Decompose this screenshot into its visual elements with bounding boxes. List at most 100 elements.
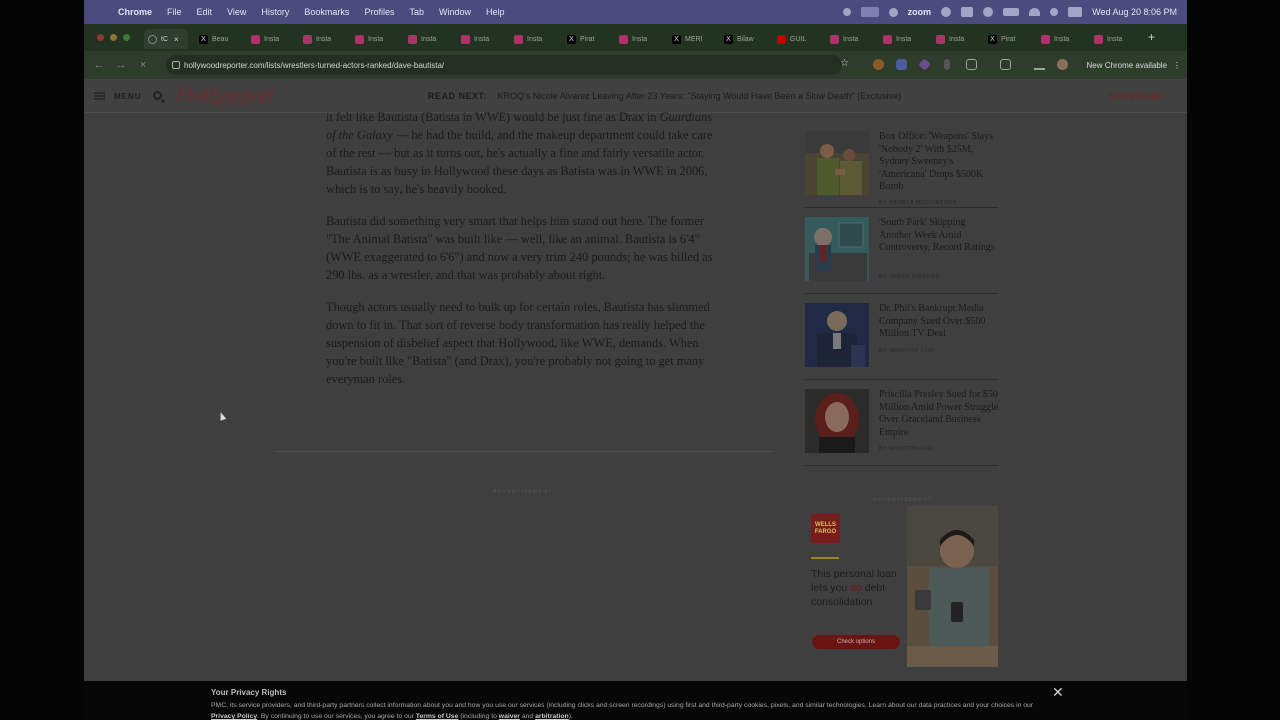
- tab[interactable]: Insta: [404, 29, 450, 49]
- new-tab-plus-icon[interactable]: +: [1148, 30, 1155, 44]
- x-logo-icon: X: [199, 34, 208, 44]
- sidebar-story-title[interactable]: Box Office: 'Weapons' Slays 'Nobody 2' W…: [879, 131, 999, 194]
- kebab-menu-icon[interactable]: ⋮: [1173, 61, 1181, 70]
- scrollbar-track[interactable]: [1185, 113, 1187, 681]
- sidebar-story-byline: BY WINSTON CHO: [879, 446, 935, 452]
- sidebar-story[interactable]: Dr. Phil's Bankrupt Media Company Sued O…: [805, 294, 998, 380]
- tab[interactable]: Insta: [1037, 29, 1083, 49]
- zoom-window-icon[interactable]: [123, 34, 130, 41]
- sidebar-story[interactable]: Priscilla Presley Sued for $50 Million A…: [805, 380, 998, 466]
- tab[interactable]: Insta: [510, 29, 556, 49]
- ad-accent-line: [811, 557, 839, 559]
- vpn-icon[interactable]: [941, 7, 952, 17]
- menu-edit[interactable]: Edit: [197, 7, 213, 17]
- address-url[interactable]: hollywoodreporter.com/lists/wrestlers-tu…: [184, 61, 444, 70]
- story-thumbnail[interactable]: [805, 389, 869, 453]
- control-center-icon[interactable]: [1068, 7, 1083, 17]
- menu-profiles[interactable]: Profiles: [364, 7, 394, 17]
- sidebar-story-byline: BY PAMELA MCCLINTOCK: [879, 200, 958, 206]
- menu-app-name[interactable]: Chrome: [118, 7, 152, 17]
- tab[interactable]: X Beau: [195, 29, 241, 49]
- close-icon[interactable]: ✕: [1052, 684, 1064, 701]
- tab-close-icon[interactable]: ×: [174, 35, 179, 44]
- menu-history[interactable]: History: [261, 7, 289, 17]
- menu-button-label[interactable]: MENU: [114, 92, 142, 101]
- wells-fargo-logo[interactable]: WELLS FARGO: [811, 514, 840, 543]
- sidebar-story[interactable]: Box Office: 'Weapons' Slays 'Nobody 2' W…: [805, 122, 998, 208]
- record-icon[interactable]: [842, 8, 851, 16]
- back-arrow-icon[interactable]: ←: [88, 59, 110, 71]
- menu-bookmarks[interactable]: Bookmarks: [304, 7, 349, 17]
- menu-help[interactable]: Help: [486, 7, 505, 17]
- sidebar-story-title[interactable]: 'South Park' Skipping Another Week Amid …: [879, 217, 999, 255]
- wifi-icon[interactable]: [1029, 8, 1041, 16]
- extension-slider-icon[interactable]: [944, 59, 950, 70]
- check-options-button[interactable]: Check options: [812, 635, 900, 649]
- story-thumbnail[interactable]: [805, 217, 869, 281]
- menu-file[interactable]: File: [167, 7, 182, 17]
- extensions-puzzle-icon[interactable]: [966, 59, 977, 70]
- chrome-update-label[interactable]: New Chrome available: [1087, 61, 1167, 70]
- window-icon[interactable]: [961, 7, 974, 17]
- forward-arrow-icon[interactable]: →: [110, 59, 132, 71]
- menu-window[interactable]: Window: [439, 7, 471, 17]
- tab[interactable]: Insta: [879, 29, 925, 49]
- tab[interactable]: X Pirat: [984, 29, 1030, 49]
- extension-translate-icon[interactable]: [896, 59, 907, 70]
- tab[interactable]: Insta: [351, 29, 397, 49]
- sidebar-story-title[interactable]: Priscilla Presley Sued for $50 Million A…: [879, 389, 999, 439]
- read-next-bar[interactable]: READ NEXT: KROQ's Nicole Alvarez Leaving…: [428, 91, 901, 101]
- tab[interactable]: X MERI: [668, 29, 714, 49]
- ad-copy[interactable]: This personal loan lets you do debt cons…: [811, 567, 901, 610]
- story-thumbnail[interactable]: [805, 303, 869, 367]
- minimize-window-icon[interactable]: [110, 34, 117, 41]
- waiver-link[interactable]: waiver: [499, 713, 520, 720]
- sidebar-ad[interactable]: WELLS FARGO This personal loan lets you d…: [805, 506, 998, 667]
- instagram-icon: [461, 34, 470, 44]
- zoom-status[interactable]: zoom: [908, 7, 932, 17]
- globe-icon[interactable]: [888, 7, 898, 17]
- search-icon[interactable]: [153, 91, 162, 100]
- read-next-title[interactable]: KROQ's Nicole Alvarez Leaving After 23 Y…: [498, 91, 902, 101]
- chrome-update-pill[interactable]: New Chrome available ⋮: [1087, 56, 1181, 74]
- tab[interactable]: Insta: [247, 29, 293, 49]
- profile-avatar-icon[interactable]: [1057, 59, 1068, 70]
- story-thumbnail[interactable]: [805, 131, 869, 195]
- tab[interactable]: GUIL: [773, 29, 819, 49]
- privacy-policy-link[interactable]: Privacy Policy: [211, 713, 257, 720]
- screen-share-icon[interactable]: [860, 7, 879, 17]
- sidebar-story[interactable]: 'South Park' Skipping Another Week Amid …: [805, 208, 998, 294]
- battery-icon[interactable]: [1003, 8, 1020, 16]
- tab-active[interactable]: tC ×: [144, 29, 188, 49]
- play-icon[interactable]: [983, 7, 994, 17]
- site-info-icon[interactable]: [172, 61, 180, 69]
- tab[interactable]: Insta: [457, 29, 503, 49]
- sidebar-story-title[interactable]: Dr. Phil's Bankrupt Media Company Sued O…: [879, 303, 999, 341]
- tab[interactable]: X Bilaw: [720, 29, 766, 49]
- instagram-icon: [514, 34, 523, 44]
- extension-fox-icon[interactable]: [873, 59, 884, 70]
- tab[interactable]: Insta: [826, 29, 872, 49]
- close-window-icon[interactable]: [97, 34, 104, 41]
- hamburger-menu-icon[interactable]: [94, 92, 105, 100]
- tab-label: Insta: [632, 35, 648, 43]
- ad-photo[interactable]: [907, 506, 998, 667]
- bookmark-star-icon[interactable]: ☆: [840, 58, 849, 69]
- spotlight-icon[interactable]: [1050, 8, 1059, 16]
- tab[interactable]: Insta: [932, 29, 978, 49]
- downloads-icon[interactable]: [1034, 59, 1045, 70]
- tab[interactable]: Insta: [615, 29, 661, 49]
- tab[interactable]: Insta: [1090, 29, 1136, 49]
- subscribe-link[interactable]: SUBSCRIBE: [1109, 92, 1165, 101]
- arbitration-link[interactable]: arbitration: [535, 713, 569, 720]
- terms-of-use-link[interactable]: Terms of Use: [416, 713, 459, 720]
- menu-tab[interactable]: Tab: [409, 7, 424, 17]
- extension-diamond-icon[interactable]: [918, 58, 931, 71]
- menu-view[interactable]: View: [227, 7, 246, 17]
- tab[interactable]: X Pirat: [563, 29, 609, 49]
- menu-clock[interactable]: Wed Aug 20 8:06 PM: [1092, 7, 1177, 17]
- address-bar[interactable]: hollywoodreporter.com/lists/wrestlers-tu…: [166, 55, 842, 75]
- tab[interactable]: Insta: [299, 29, 345, 49]
- side-panel-icon[interactable]: [1000, 59, 1011, 70]
- stop-loading-icon[interactable]: ×: [132, 59, 154, 71]
